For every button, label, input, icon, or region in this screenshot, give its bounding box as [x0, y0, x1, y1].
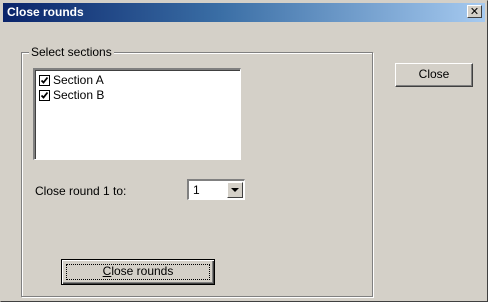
dropdown-button[interactable]	[227, 182, 243, 198]
list-item-section-a[interactable]: Section A	[39, 73, 104, 87]
dialog-window: Close rounds ✕ Select sections Section A…	[0, 0, 488, 302]
section-b-label: Section B	[53, 88, 105, 102]
section-b-checkbox[interactable]	[39, 89, 50, 101]
close-window-button[interactable]: ✕	[467, 5, 482, 18]
close-button[interactable]: Close	[395, 63, 473, 87]
close-rounds-mnemonic: C	[102, 264, 112, 278]
close-round-value: 1	[193, 183, 200, 197]
sections-listbox[interactable]: Section A Section B	[33, 68, 241, 160]
window-title: Close rounds	[7, 5, 84, 19]
checkmark-icon	[40, 91, 49, 99]
checkmark-icon	[40, 76, 49, 84]
section-a-label: Section A	[53, 73, 104, 87]
close-round-label: Close round 1 to:	[35, 184, 127, 198]
list-item-section-b[interactable]: Section B	[39, 88, 104, 102]
section-a-checkbox[interactable]	[39, 74, 50, 86]
close-rounds-label: Close rounds	[62, 262, 214, 280]
close-round-dropdown[interactable]: 1	[187, 179, 245, 200]
close-rounds-button[interactable]: Close rounds	[61, 259, 215, 285]
chevron-down-icon	[231, 188, 239, 192]
close-icon: ✕	[469, 5, 480, 18]
title-bar[interactable]: Close rounds ✕	[3, 3, 485, 22]
close-rounds-label-rest: lose rounds	[111, 264, 174, 278]
group-label: Select sections	[29, 45, 114, 59]
